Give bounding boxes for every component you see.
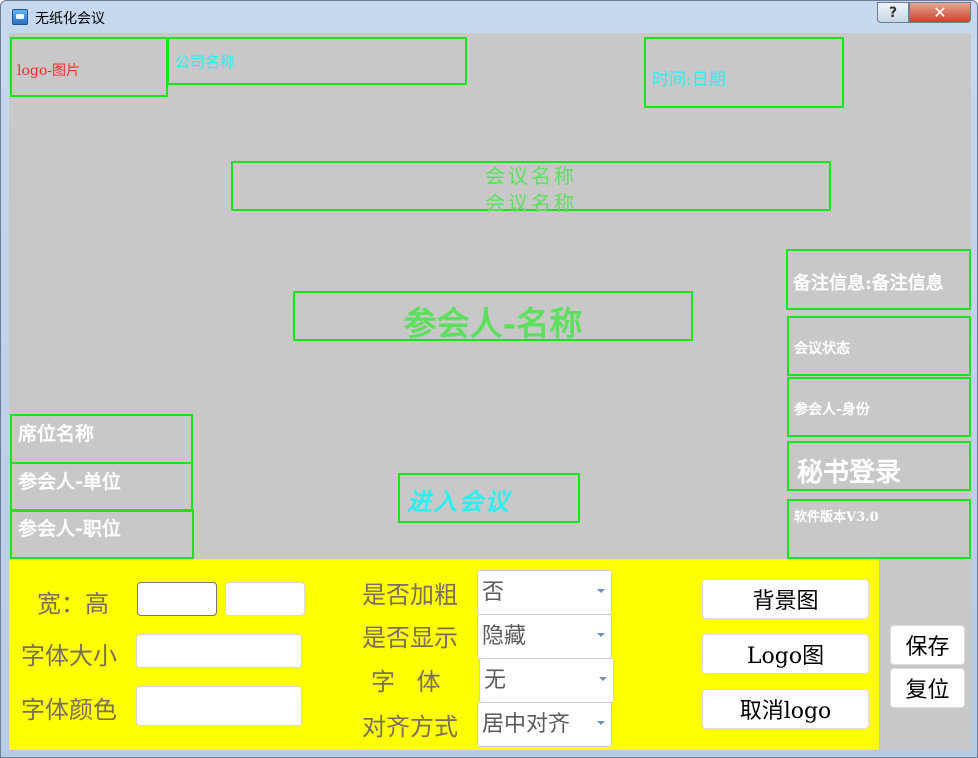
close-button[interactable]: ✕ bbox=[909, 2, 971, 23]
align-select-value: 居中对齐 bbox=[482, 712, 571, 737]
enter-meeting-label: 进入会议 bbox=[407, 487, 511, 516]
seat-name-label: 席位名称 bbox=[18, 423, 95, 445]
bold-select-value: 否 bbox=[482, 580, 505, 605]
show-select[interactable]: 隐藏 bbox=[477, 614, 612, 659]
chevron-down-icon bbox=[597, 589, 605, 593]
participant-identity-label: 参会人-身份 bbox=[794, 402, 870, 418]
software-version-box[interactable]: 软件版本V3.0 bbox=[787, 499, 971, 559]
app-icon bbox=[12, 9, 28, 25]
window-title: 无纸化会议 bbox=[35, 11, 105, 27]
meeting-status-box[interactable]: 会议状态 bbox=[787, 316, 971, 376]
font-size-input[interactable] bbox=[136, 634, 302, 668]
meeting-status-label: 会议状态 bbox=[794, 341, 850, 357]
property-panel: 宽：高 字体大小 字体颜色 是否加粗 否 是否显示 隐藏 字 体 无 对齐方式 … bbox=[9, 559, 879, 750]
width-input[interactable] bbox=[137, 582, 217, 616]
time-label: 时间:日期 bbox=[652, 70, 726, 90]
remark-box[interactable]: 备注信息:备注信息 bbox=[786, 249, 971, 310]
time-box[interactable]: 时间:日期 bbox=[644, 37, 844, 108]
company-box[interactable]: 公司名称 bbox=[167, 37, 467, 85]
participant-identity-box[interactable]: 参会人-身份 bbox=[787, 377, 971, 437]
participant-unit-box[interactable]: 参会人-单位 bbox=[10, 462, 193, 512]
reset-button[interactable]: 复位 bbox=[890, 668, 965, 708]
chevron-down-icon bbox=[597, 633, 605, 637]
software-version-label: 软件版本V3.0 bbox=[794, 510, 879, 525]
show-select-value: 隐藏 bbox=[482, 624, 527, 649]
remark-label: 备注信息:备注信息 bbox=[793, 273, 944, 294]
logo-image-button[interactable]: Logo图 bbox=[702, 634, 869, 674]
title-bar: 无纸化会议 ? ✕ bbox=[1, 1, 977, 33]
align-select[interactable]: 居中对齐 bbox=[477, 702, 612, 747]
participant-position-label: 参会人-职位 bbox=[18, 518, 121, 540]
meeting-name-line2: 会议名称 bbox=[485, 191, 577, 215]
bold-label: 是否加粗 bbox=[362, 581, 458, 609]
font-color-input[interactable] bbox=[136, 686, 302, 726]
background-image-button[interactable]: 背景图 bbox=[702, 579, 869, 619]
participant-unit-label: 参会人-单位 bbox=[18, 471, 121, 493]
cancel-logo-button[interactable]: 取消logo bbox=[702, 689, 869, 729]
help-button[interactable]: ? bbox=[877, 2, 909, 23]
font-select-value: 无 bbox=[484, 668, 507, 693]
font-label: 字 体 bbox=[371, 668, 441, 696]
canvas-area: logo-图片 公司名称 时间:日期 会议名称 会议名称 参会人-名称 备注信息… bbox=[9, 33, 971, 750]
save-button[interactable]: 保存 bbox=[890, 625, 965, 665]
width-height-label: 宽：高 bbox=[37, 590, 109, 618]
align-label: 对齐方式 bbox=[362, 713, 458, 741]
meeting-name-box[interactable]: 会议名称 会议名称 bbox=[231, 161, 831, 215]
secretary-login-label: 秘书登录 bbox=[797, 458, 902, 488]
company-label: 公司名称 bbox=[175, 53, 236, 71]
chevron-down-icon bbox=[597, 721, 605, 725]
logo-box[interactable]: logo-图片 bbox=[10, 37, 168, 97]
meeting-name-line1: 会议名称 bbox=[485, 164, 577, 188]
participant-position-box[interactable]: 参会人-职位 bbox=[10, 509, 194, 559]
height-input[interactable] bbox=[225, 582, 305, 616]
seat-name-box[interactable]: 席位名称 bbox=[10, 414, 193, 464]
font-color-label: 字体颜色 bbox=[21, 696, 117, 724]
bold-select[interactable]: 否 bbox=[477, 570, 612, 615]
enter-meeting-box[interactable]: 进入会议 bbox=[398, 473, 580, 523]
font-size-label: 字体大小 bbox=[21, 642, 117, 670]
participant-name-label: 参会人-名称 bbox=[403, 304, 583, 343]
chevron-down-icon bbox=[599, 677, 607, 681]
font-select[interactable]: 无 bbox=[479, 658, 614, 703]
participant-name-box[interactable]: 参会人-名称 bbox=[293, 291, 693, 343]
logo-label: logo-图片 bbox=[17, 63, 81, 79]
show-label: 是否显示 bbox=[362, 624, 458, 652]
app-window: 无纸化会议 ? ✕ logo-图片 公司名称 时间:日期 会议名称 会议名称 参… bbox=[0, 0, 978, 758]
secretary-login-box[interactable]: 秘书登录 bbox=[787, 441, 971, 491]
